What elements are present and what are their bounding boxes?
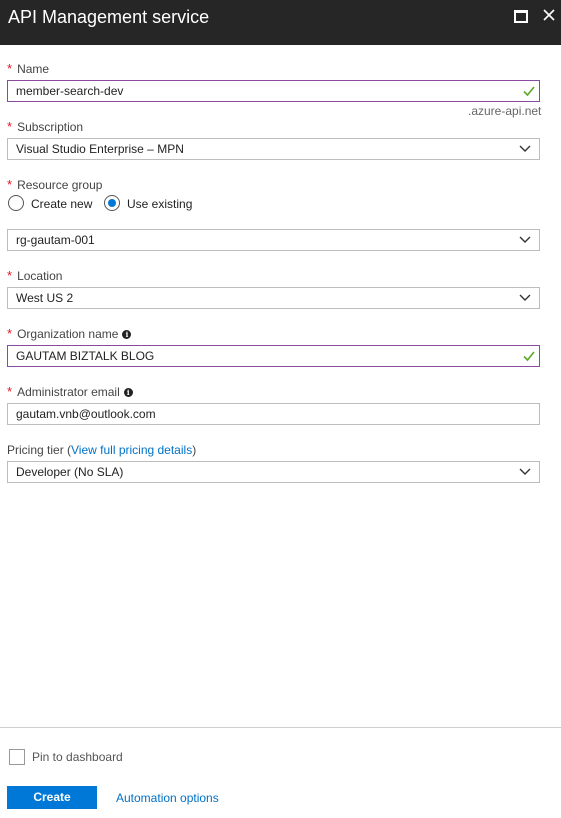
subscription-label: * Subscription: [7, 119, 84, 135]
check-icon: [523, 351, 535, 362]
required-marker: *: [7, 177, 13, 192]
create-button[interactable]: Create: [7, 786, 97, 809]
pin-to-dashboard-label: Pin to dashboard: [32, 750, 123, 764]
chevron-down-icon: [519, 468, 531, 475]
admin-email-label: * Administrator email i: [7, 385, 133, 399]
chevron-down-icon: [519, 145, 531, 152]
location-value: West US 2: [16, 291, 74, 305]
subscription-value: Visual Studio Enterprise – MPN: [16, 142, 184, 156]
organization-input[interactable]: GAUTAM BIZTALK BLOG: [7, 345, 540, 367]
organization-value: GAUTAM BIZTALK BLOG: [16, 349, 155, 363]
close-icon[interactable]: [541, 7, 557, 23]
required-marker: *: [7, 326, 13, 341]
pricing-tier-label: Pricing tier (View full pricing details): [7, 443, 197, 457]
chevron-down-icon: [519, 294, 531, 301]
location-dropdown[interactable]: West US 2: [7, 287, 540, 309]
required-marker: *: [7, 384, 13, 399]
pricing-tier-value: Developer (No SLA): [16, 465, 124, 479]
pricing-tier-dropdown[interactable]: Developer (No SLA): [7, 461, 540, 483]
organization-label: * Organization name i: [7, 326, 132, 341]
create-new-label: Create new: [31, 197, 93, 211]
pin-to-dashboard-checkbox[interactable]: [9, 749, 25, 765]
blade-header: API Management service: [0, 0, 561, 45]
radio-selected-dot: [108, 199, 116, 207]
check-icon: [523, 86, 535, 97]
info-icon[interactable]: i: [122, 330, 132, 340]
name-value: member-search-dev: [16, 84, 124, 98]
required-marker: *: [7, 268, 13, 283]
resource-group-label: * Resource group: [7, 177, 103, 193]
required-marker: *: [7, 61, 13, 76]
admin-email-value: gautam.vnb@outlook.com: [16, 407, 156, 421]
automation-options-link[interactable]: Automation options: [116, 791, 219, 805]
use-existing-radio[interactable]: [104, 195, 120, 211]
admin-email-input[interactable]: gautam.vnb@outlook.com: [7, 403, 540, 425]
required-marker: *: [7, 119, 13, 134]
view-pricing-link[interactable]: View full pricing details: [71, 443, 192, 457]
footer-divider: [0, 727, 561, 728]
domain-suffix: .azure-api.net: [468, 104, 542, 118]
location-label: * Location: [7, 268, 63, 284]
resource-group-dropdown[interactable]: rg-gautam-001: [7, 229, 540, 251]
info-icon[interactable]: i: [123, 388, 133, 398]
blade-title: API Management service: [8, 7, 210, 27]
name-label: * Name: [7, 61, 50, 77]
chevron-down-icon: [519, 236, 531, 243]
use-existing-label: Use existing: [127, 197, 193, 211]
create-new-radio[interactable]: [8, 195, 24, 211]
maximize-icon[interactable]: [514, 10, 528, 23]
subscription-dropdown[interactable]: Visual Studio Enterprise – MPN: [7, 138, 540, 160]
name-input[interactable]: member-search-dev: [7, 80, 540, 102]
resource-group-value: rg-gautam-001: [16, 233, 95, 247]
